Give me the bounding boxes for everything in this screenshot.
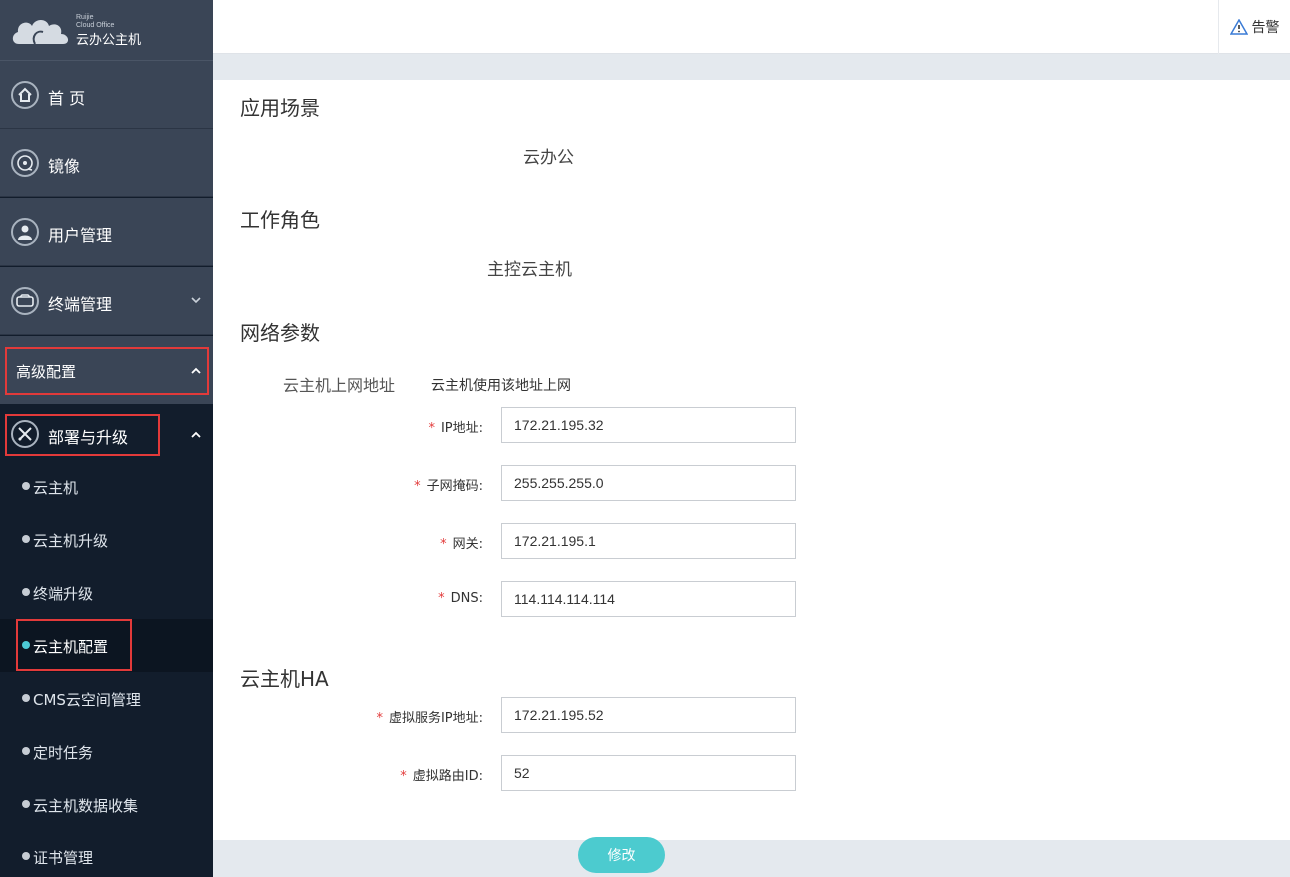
network-sub-hint: 云主机使用该地址上网 <box>431 378 571 394</box>
sidebar-item-label: 镜像 <box>48 157 81 176</box>
chevron-down-icon <box>191 297 201 304</box>
sidebar-item-users[interactable]: 用户管理 <box>0 198 213 266</box>
bullet-dot <box>22 800 30 808</box>
sidebar-item-home[interactable]: 首 页 <box>0 61 213 129</box>
bullet-dot <box>22 747 30 755</box>
required-mark: * <box>428 421 435 436</box>
section-title-network: 网络参数 <box>240 321 320 345</box>
sidebar-sub-item-certs[interactable]: 证书管理 <box>0 830 213 877</box>
sidebar-item-label: 首 页 <box>48 89 86 108</box>
bullet-dot <box>22 588 30 596</box>
dns-input[interactable] <box>501 581 796 617</box>
sidebar-item-label: 用户管理 <box>48 226 113 245</box>
sidebar-sub-item-terminal-upgrade[interactable]: 终端升级 <box>0 566 213 619</box>
virtual-router-id-input[interactable] <box>501 755 796 791</box>
sidebar-sub-item-label: 证书管理 <box>33 849 94 867</box>
sidebar-sub-item-label: 终端升级 <box>33 585 94 603</box>
gateway-input[interactable] <box>501 523 796 559</box>
required-mark: * <box>414 479 421 494</box>
terminal-icon <box>11 287 39 315</box>
virtual-ip-input[interactable] <box>501 697 796 733</box>
brand-name: 云办公主机 <box>76 33 142 48</box>
chevron-up-icon <box>191 367 201 374</box>
sidebar-item-image[interactable]: 镜像 <box>0 129 213 197</box>
required-mark: * <box>438 591 445 606</box>
sidebar: Ruijie Cloud Office 云办公主机 首 页 镜像 用户管理 终端… <box>0 0 213 877</box>
sidebar-sub-item-vm-config[interactable]: 云主机配置 <box>0 619 213 672</box>
footer-bar: 修改 <box>213 837 1290 877</box>
bullet-dot <box>22 482 30 490</box>
virtual-ip-label: * 虚拟服务IP地址: <box>376 711 483 726</box>
user-icon <box>11 218 39 246</box>
sidebar-sub-item-label: 云主机 <box>33 479 79 497</box>
gateway-label: * 网关: <box>440 537 483 552</box>
bullet-dot <box>22 535 30 543</box>
scenario-value: 云办公 <box>523 148 574 168</box>
ip-address-input[interactable] <box>501 407 796 443</box>
required-mark: * <box>440 537 447 552</box>
required-mark: * <box>400 769 407 784</box>
sidebar-sub-item-label: 云主机数据收集 <box>33 797 139 815</box>
sidebar-item-label: 终端管理 <box>48 295 113 314</box>
top-header: 告警 <box>213 0 1290 54</box>
sidebar-sub-item-vm[interactable]: 云主机 <box>0 460 213 513</box>
section-title-scenario: 应用场景 <box>240 96 320 120</box>
sidebar-sub-item-label: 定时任务 <box>33 744 94 762</box>
cloud-logo-icon <box>12 20 69 45</box>
sidebar-sub-item-label: 云主机升级 <box>33 532 109 550</box>
alarm-label: 告警 <box>1251 20 1280 36</box>
disc-icon <box>11 149 39 177</box>
sidebar-sub-item-scheduled[interactable]: 定时任务 <box>0 725 213 778</box>
sidebar-sub-item-vm-upgrade[interactable]: 云主机升级 <box>0 513 213 566</box>
section-title-ha: 云主机HA <box>240 667 329 691</box>
bullet-dot <box>22 852 30 860</box>
warning-triangle-icon <box>1229 19 1248 35</box>
sidebar-sub-item-label: CMS云空间管理 <box>33 691 141 709</box>
network-sub-title: 云主机上网地址 <box>283 376 396 395</box>
modify-button[interactable]: 修改 <box>578 837 665 873</box>
alarm-button[interactable]: 告警 <box>1218 0 1290 54</box>
role-value: 主控云主机 <box>487 260 572 280</box>
bullet-dot <box>22 641 30 649</box>
subnet-mask-input[interactable] <box>501 465 796 501</box>
tools-icon <box>11 420 39 448</box>
brand-tagline: Ruijie Cloud Office <box>76 14 115 29</box>
sidebar-item-deploy[interactable]: 部署与升级 <box>0 404 213 464</box>
config-panel: 应用场景 云办公 工作角色 主控云主机 网络参数 云主机上网地址 云主机使用该地… <box>213 80 1290 840</box>
subnet-mask-label: * 子网掩码: <box>414 479 483 494</box>
bullet-dot <box>22 694 30 702</box>
sidebar-item-advanced[interactable]: 高级配置 <box>0 336 213 404</box>
sidebar-item-terminals[interactable]: 终端管理 <box>0 267 213 335</box>
logo[interactable]: Ruijie Cloud Office 云办公主机 <box>0 0 213 61</box>
sidebar-sub-item-label: 云主机配置 <box>33 638 109 656</box>
ip-label: * IP地址: <box>428 421 483 436</box>
section-title-role: 工作角色 <box>240 208 320 232</box>
sidebar-sub-item-data-collect[interactable]: 云主机数据收集 <box>0 778 213 831</box>
sidebar-item-label: 高级配置 <box>16 363 77 381</box>
dns-label: * DNS: <box>438 591 483 606</box>
sidebar-sub-item-cms[interactable]: CMS云空间管理 <box>0 672 213 725</box>
virtual-router-id-label: * 虚拟路由ID: <box>400 769 483 784</box>
chevron-up-icon <box>191 431 201 438</box>
home-icon <box>11 81 39 109</box>
sidebar-item-label: 部署与升级 <box>48 428 129 447</box>
required-mark: * <box>376 711 383 726</box>
